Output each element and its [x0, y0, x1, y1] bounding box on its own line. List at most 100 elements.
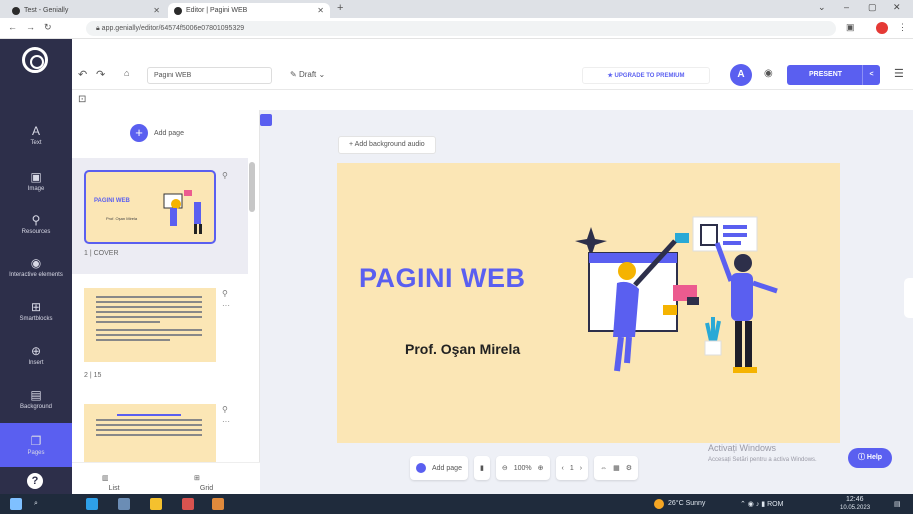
- next-page-icon[interactable]: ›: [580, 465, 582, 472]
- clock-time[interactable]: 12:46: [846, 496, 864, 503]
- sidebar-item-label: Background: [19, 403, 53, 410]
- add-page-button[interactable]: + Add page: [130, 124, 184, 142]
- add-background-audio-button[interactable]: + Add background audio: [338, 136, 436, 154]
- zoom-in-icon[interactable]: ⊕: [538, 464, 544, 472]
- profile-avatar[interactable]: [876, 22, 888, 34]
- sidebar-item-interactive[interactable]: ◉ Interactive elements: [0, 245, 72, 289]
- page-thumbnail-1[interactable]: PAGINI WEB Prof. Oşan Mirela: [84, 170, 216, 244]
- redo-icon[interactable]: ↷: [96, 68, 105, 81]
- tab-search-icon[interactable]: ⌄: [818, 2, 826, 13]
- slide[interactable]: PAGINI WEB Prof. Oşan Mirela: [337, 163, 840, 443]
- genially-favicon-icon: [12, 6, 20, 15]
- sidebar-item-smartblocks[interactable]: ⊞ Smartblocks: [0, 289, 72, 333]
- editor-toolbar: ↶ ↷ ⌂ ✎ Draft ⌄ ★ UPGRADE TO PREMIUM A ◉…: [72, 60, 913, 90]
- help-button[interactable]: ⓘ Help: [848, 448, 892, 468]
- fit-icon[interactable]: ⇔: [600, 465, 607, 472]
- thumb-text-lines: [96, 414, 202, 439]
- sidebar-item-label: Smartblocks: [19, 315, 53, 322]
- maximize-button[interactable]: ▢: [868, 2, 877, 13]
- minimize-button[interactable]: –: [844, 2, 849, 12]
- grid-view-button[interactable]: ⊞ Grid: [194, 474, 213, 492]
- grid-icon[interactable]: ▦: [613, 464, 620, 472]
- zoom-level: 100%: [513, 464, 532, 472]
- system-tray-icons[interactable]: ⌃ ◉ ♪ ▮ ROM: [740, 500, 783, 508]
- browser-tab-test[interactable]: Test - Genially ✕: [6, 3, 166, 18]
- slide-author[interactable]: Prof. Oşan Mirela: [405, 341, 520, 357]
- page-2-options-icon[interactable]: ⚲ ···: [222, 288, 230, 312]
- tab-title: Editor | Pagini WEB: [186, 7, 248, 14]
- close-window-button[interactable]: ✕: [893, 2, 901, 13]
- slide-title[interactable]: PAGINI WEB: [359, 263, 526, 294]
- url-text: app.genially/editor/64574f5006e078010953…: [101, 25, 245, 32]
- help-icon[interactable]: ?: [27, 473, 43, 489]
- present-label: PRESENT: [809, 71, 843, 78]
- thumb-text-lines: [96, 296, 202, 344]
- home-icon[interactable]: ⌂: [124, 68, 129, 78]
- web-pages-illustration[interactable]: [569, 213, 799, 393]
- thumb-title: PAGINI WEB: [94, 198, 130, 204]
- sidebar-item-label: Resources: [21, 228, 51, 235]
- page-3-options-icon[interactable]: ⚲ ···: [222, 404, 230, 428]
- editor-subbar: ⊡: [72, 90, 913, 110]
- settings-icon[interactable]: ⚙: [626, 464, 632, 472]
- page-1-options-icon[interactable]: ⚲: [222, 170, 228, 182]
- text-icon: A: [31, 123, 40, 138]
- reload-icon[interactable]: ↻: [44, 22, 52, 33]
- previous-page-icon[interactable]: ‹: [562, 465, 564, 472]
- sidebar-item-background[interactable]: ▤ Background: [0, 377, 72, 421]
- sidebar-item-label: Text: [30, 139, 42, 146]
- clock-date[interactable]: 10.05.2023: [840, 505, 870, 511]
- weather-text[interactable]: 26°C Sunny: [668, 500, 705, 507]
- project-title-input[interactable]: [147, 67, 272, 84]
- search-icon[interactable]: ⌕: [34, 500, 38, 508]
- sidebar-item-text[interactable]: A Text: [0, 113, 72, 157]
- back-icon[interactable]: ←: [8, 22, 17, 32]
- add-page-bottom-button[interactable]: Add page: [410, 456, 468, 480]
- file-explorer-icon[interactable]: [150, 498, 162, 510]
- page-thumbnail-3[interactable]: [84, 404, 216, 462]
- user-avatar[interactable]: A: [730, 64, 752, 86]
- layout-icon[interactable]: ⊡: [78, 94, 86, 105]
- present-button[interactable]: PRESENT <: [787, 65, 880, 85]
- delete-page-button[interactable]: ▮: [473, 456, 490, 480]
- address-bar-row: ← → ↻ 🔒︎ app.genially/editor/64574f5006e…: [0, 18, 913, 39]
- page-navigator: ‹ 1 ›: [555, 456, 589, 480]
- editor-canvas: + Add background audio PAGINI WEB Prof. …: [260, 110, 913, 494]
- draft-status[interactable]: ✎ Draft ⌄: [290, 70, 325, 79]
- add-page-label: Add page: [154, 129, 184, 137]
- new-tab-button[interactable]: +: [337, 2, 343, 14]
- notifications-icon[interactable]: ▤: [894, 500, 901, 508]
- sidebar-item-insert[interactable]: ⊕ Insert: [0, 333, 72, 377]
- app-icon[interactable]: [182, 498, 194, 510]
- list-view-button[interactable]: ▥ List: [102, 474, 120, 492]
- sidebar-item-pages[interactable]: ❐ Pages: [0, 423, 72, 467]
- page-thumbnail-2[interactable]: [84, 288, 216, 362]
- windows-start-icon[interactable]: [10, 498, 22, 510]
- pencil-icon: ✎: [290, 70, 299, 79]
- url-field[interactable]: 🔒︎ app.genially/editor/64574f5006e078010…: [86, 21, 836, 36]
- browser-menu-icon[interactable]: ⋮: [898, 22, 907, 33]
- close-tab-icon[interactable]: ✕: [317, 6, 324, 15]
- undo-icon[interactable]: ↶: [78, 68, 87, 81]
- right-panel-handle[interactable]: [904, 278, 913, 318]
- close-tab-icon[interactable]: ✕: [153, 6, 160, 15]
- forward-icon[interactable]: →: [26, 22, 35, 32]
- sidebar-item-image[interactable]: ▣ Image: [0, 159, 72, 203]
- app-icon[interactable]: [212, 498, 224, 510]
- task-view-icon[interactable]: [118, 498, 130, 510]
- pages-scrollbar[interactable]: [249, 162, 255, 212]
- upgrade-premium-button[interactable]: ★ UPGRADE TO PREMIUM: [582, 67, 710, 84]
- extensions-icon[interactable]: ▣: [846, 22, 855, 33]
- interactive-icon: ◉: [30, 255, 42, 270]
- trash-icon: ▮: [479, 465, 484, 472]
- menu-icon[interactable]: ☰: [894, 67, 904, 80]
- genially-favicon-icon: [174, 6, 182, 15]
- sidebar-item-resources[interactable]: ⚲ Resources: [0, 202, 72, 246]
- preview-eye-icon[interactable]: ◉: [764, 68, 773, 79]
- edge-icon[interactable]: [86, 498, 98, 510]
- zoom-out-icon[interactable]: ⊖: [502, 464, 508, 472]
- plus-icon: [416, 463, 426, 473]
- browser-tab-editor[interactable]: Editor | Pagini WEB ✕: [168, 3, 330, 18]
- share-icon[interactable]: <: [862, 65, 880, 85]
- windows-taskbar: ⌕ 26°C Sunny ⌃ ◉ ♪ ▮ ROM 12:46 10.05.202…: [0, 494, 913, 514]
